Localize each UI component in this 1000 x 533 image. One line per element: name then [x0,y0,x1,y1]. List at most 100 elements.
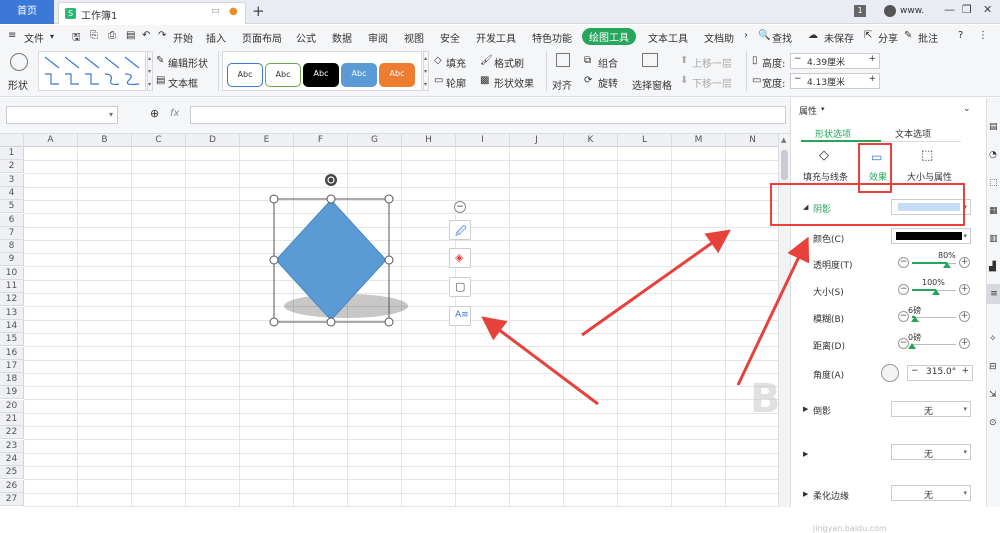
row-header[interactable]: 10 [0,266,24,280]
expand-triangle-icon[interactable]: ▶ [803,490,808,498]
share-icon[interactable]: ⇱ [864,30,872,41]
column-header[interactable]: L [618,134,672,147]
reflection-section[interactable]: 倒影 [813,404,831,417]
row-header[interactable]: 15 [0,333,24,347]
expand-triangle-icon[interactable]: ▶ [803,450,808,458]
menu-home[interactable]: 开始 [173,30,193,45]
shapes-icon[interactable] [10,53,28,71]
style-orange[interactable]: Abc [379,63,415,87]
print-icon[interactable]: ⎙ [108,30,116,41]
save-icon[interactable]: 🖫 [72,30,81,47]
row-header[interactable]: 26 [0,479,24,493]
column-header[interactable]: M [672,134,726,147]
distance-increment[interactable]: + [959,338,970,349]
layers-icon[interactable]: ▦ [989,206,998,216]
fill-button[interactable]: 填充 [446,55,466,70]
redo-icon[interactable]: ↷ [158,30,166,41]
angle-value[interactable]: 315.0° [926,367,956,377]
row-header[interactable]: 2 [0,160,24,174]
angle-input[interactable]: − 315.0° + [907,365,973,381]
name-box[interactable]: ▾ [6,106,118,124]
menu-formula[interactable]: 公式 [296,30,316,45]
scroll-up-icon[interactable]: ▲ [781,136,786,144]
sub-tab-fill-line[interactable]: 填充与线条 [803,170,848,183]
style-gallery-scroll[interactable]: ▴ ▾ ▾ [423,51,429,91]
row-header[interactable]: 19 [0,386,24,400]
select-all-corner[interactable] [0,134,24,147]
textbox-icon[interactable]: ▤ [156,75,165,86]
style-outline-green[interactable]: Abc [265,63,301,87]
export-icon[interactable]: ⎘ [90,30,98,41]
help-button[interactable]: ? [958,30,963,41]
float-style-button[interactable]: 🖉 [449,220,471,240]
transparency-decrement[interactable]: − [898,257,909,268]
fill-icon[interactable]: ◇ [434,55,442,66]
height-decrement[interactable]: − [794,54,802,64]
style-outline-blue[interactable]: Abc [227,63,263,87]
slider-knob[interactable] [908,343,916,349]
width-input[interactable]: − 4.13厘米 + [790,73,880,89]
more-icon[interactable]: ⋮ [978,30,988,41]
row-header[interactable]: 9 [0,253,24,267]
menu-doc-assistant[interactable]: 文档助 [704,30,734,45]
row-header[interactable]: 8 [0,240,24,254]
monitor-icon[interactable]: ▭ [211,6,220,16]
blur-increment[interactable]: + [959,311,970,322]
width-decrement[interactable]: − [794,74,802,84]
style-icon[interactable]: ◔ [989,150,997,160]
menu-file[interactable]: 文件 [24,30,44,45]
slider-knob[interactable] [943,262,952,268]
menu-text-tools[interactable]: 文本工具 [648,30,688,45]
row-header[interactable]: 25 [0,466,24,480]
formula-input[interactable] [190,106,786,124]
tab-shape-options[interactable]: 形状选项 [801,124,881,142]
menu-view[interactable]: 视图 [404,30,424,45]
select-pane-button[interactable]: 选择窗格 [632,77,672,92]
row-header[interactable]: 16 [0,346,24,360]
row-header[interactable]: 5 [0,200,24,214]
distance-slider[interactable]: −0磅 + [898,333,970,352]
align-button[interactable]: 对齐 [552,77,572,92]
row-header[interactable]: 7 [0,226,24,240]
search-icon[interactable]: 🔍 [758,30,770,41]
menu-insert[interactable]: 插入 [206,30,226,45]
new-tab-button[interactable]: + [252,2,265,20]
resize-handle[interactable] [384,194,394,204]
undo-icon[interactable]: ↶ [142,30,150,41]
edit-shape-icon[interactable]: ✎ [156,55,164,66]
chevron-right-icon[interactable]: › [744,30,748,41]
angle-decrement[interactable]: − [911,366,919,376]
gallery-scroll[interactable]: ▴ ▾ ▾ [147,51,153,91]
height-increment[interactable]: + [868,54,876,64]
row-header[interactable]: 17 [0,359,24,373]
outline-button[interactable]: 轮廓 [446,75,466,90]
username[interactable]: www. [900,6,924,16]
rotate-handle-icon[interactable] [325,174,337,186]
properties-icon[interactable]: ▤ [989,122,998,132]
group-button[interactable]: 组合 [598,55,618,70]
reflection-dropdown[interactable]: 无 ▾ [891,401,971,417]
help-panel-icon[interactable]: ⊙ [989,418,997,428]
row-header[interactable]: 21 [0,413,24,426]
tool-icon[interactable]: ✧ [989,334,997,344]
chevron-down-icon[interactable]: ▾ [50,32,54,41]
collapse-icon[interactable]: − [454,201,466,213]
home-tab[interactable]: 首页 [0,0,54,24]
row-header[interactable]: 1 [0,147,24,160]
column-header[interactable]: A [24,134,78,147]
rotate-button[interactable]: 旋转 [598,75,618,90]
column-header[interactable]: F [294,134,348,147]
menu-security[interactable]: 安全 [440,30,460,45]
spreadsheet-grid[interactable]: ABCDEFGHIJKLMN 1 2 3 4 5 6 7 8 9 10 11 12 13 14 15 16 17… [0,134,778,507]
size-props-icon[interactable]: ⬚ [921,148,933,163]
row-header[interactable]: 27 [0,492,24,506]
avatar[interactable] [884,5,896,17]
menu-special-features[interactable]: 特色功能 [532,30,572,45]
panel-options-icon[interactable]: ⌄ [963,104,971,114]
row-header[interactable]: 4 [0,186,24,200]
fx-icon[interactable]: fx [170,108,179,119]
soft-edge-section[interactable]: 柔化边缘 [813,489,849,502]
column-header[interactable]: J [510,134,564,147]
chevron-down-icon[interactable]: ▾ [109,110,113,119]
group-icon[interactable]: ⧉ [584,55,591,66]
